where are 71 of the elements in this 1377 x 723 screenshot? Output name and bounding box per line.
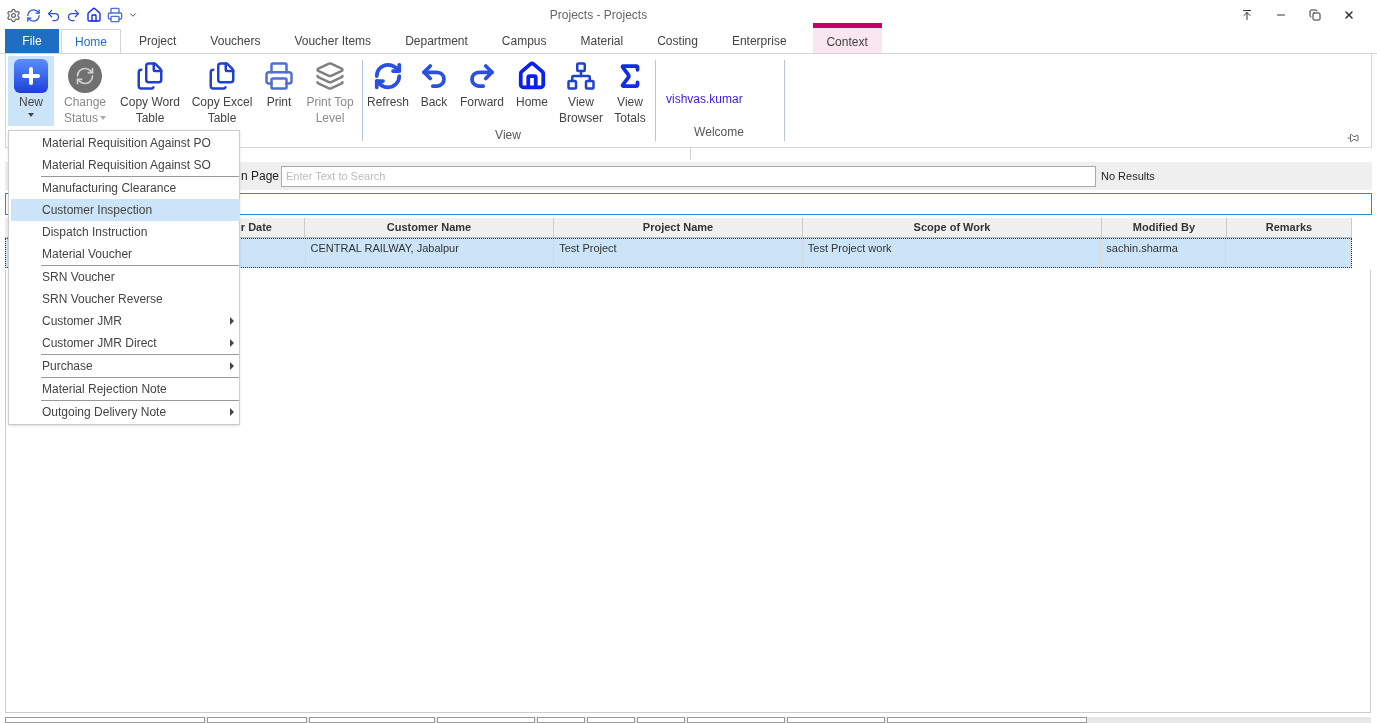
ribbon-button[interactable]: Copy Excel Table	[188, 56, 256, 126]
table-cell: Test Project	[559, 242, 617, 254]
redo-icon[interactable]	[66, 7, 81, 23]
menu-item[interactable]: Material Voucher	[11, 243, 240, 265]
ribbon-button[interactable]: Home	[511, 56, 553, 126]
home-icon	[517, 61, 547, 91]
column-header: Modified By	[1102, 218, 1227, 237]
plus-icon	[14, 59, 48, 93]
home-icon[interactable]	[86, 7, 102, 23]
ribbon-tab[interactable]: Department	[389, 29, 484, 53]
ribbon-tab[interactable]: Vouchers	[194, 29, 277, 53]
layers-icon	[315, 61, 345, 91]
ribbon-button[interactable]: Forward	[457, 56, 507, 126]
app-icon	[6, 7, 21, 23]
ribbon-button[interactable]: View Browser	[557, 56, 605, 126]
ribbon-button[interactable]: Copy Word Table	[116, 56, 184, 126]
ribbon-tab[interactable]: Campus	[485, 29, 563, 53]
column-header: Project Name	[554, 218, 803, 237]
column-header: Customer Name	[305, 218, 554, 237]
group-label: Welcome	[694, 124, 744, 141]
pin-icon[interactable]	[1347, 132, 1359, 144]
refresh-icon	[373, 61, 403, 91]
menu-item[interactable]: Customer JMR	[11, 310, 240, 332]
refresh-icon[interactable]	[26, 7, 41, 23]
restore-icon[interactable]	[1309, 9, 1321, 21]
ribbon-tab[interactable]: Material	[564, 29, 640, 53]
column-header: Scope of Work	[803, 218, 1102, 237]
customize-caret-icon[interactable]	[128, 10, 138, 20]
forward-arrow-icon	[467, 61, 497, 91]
ribbon-tab[interactable]: Context	[812, 23, 882, 53]
ribbon-button[interactable]: Back	[415, 56, 453, 126]
documents-icon	[207, 61, 237, 91]
ribbon-tab[interactable]: Home	[61, 29, 121, 53]
ribbon-tab[interactable]: File	[5, 29, 59, 53]
ribbon-button[interactable]: View Totals	[609, 56, 651, 126]
ribbon-button[interactable]: Print	[260, 56, 298, 126]
close-icon[interactable]	[1343, 9, 1355, 21]
ribbon-tab[interactable]: Costing	[641, 29, 714, 53]
ribbon-button[interactable]: Refresh	[365, 56, 411, 126]
menu-item[interactable]: Customer JMR Direct	[11, 332, 240, 354]
back-arrow-icon	[419, 61, 449, 91]
results-count: No Results	[1101, 168, 1155, 184]
tree-icon	[566, 61, 596, 91]
menu-item[interactable]: Purchase	[11, 355, 240, 377]
documents-icon	[135, 61, 165, 91]
table-cell: CENTRAL RAILWAY, Jabalpur	[310, 242, 459, 254]
menu-item[interactable]: Outgoing Delivery Note	[11, 401, 240, 423]
menu-item[interactable]: Material Requisition Against SO	[11, 154, 240, 176]
group-label: View	[495, 127, 521, 144]
menu-item[interactable]: Manufacturing Clearance	[11, 177, 240, 199]
window-title: Projects - Projects	[549, 7, 648, 24]
table-cell: Test Project work	[807, 242, 892, 254]
menu-item[interactable]: SRN Voucher	[11, 266, 240, 288]
undo-icon[interactable]	[46, 7, 61, 23]
printer-icon	[264, 61, 294, 91]
user-name: vishvas.kumar	[666, 92, 743, 106]
ribbon-display-icon[interactable]	[1241, 9, 1253, 21]
printer-icon[interactable]	[107, 7, 123, 23]
refresh-icon	[68, 59, 102, 93]
menu-item[interactable]: Material Requisition Against PO	[11, 132, 240, 154]
menu-item[interactable]: Customer Inspection	[11, 199, 240, 221]
ribbon-button[interactable]: New	[8, 56, 54, 126]
search-label: n Page	[241, 168, 279, 185]
column-header: Remarks	[1227, 218, 1352, 237]
ribbon-tab[interactable]: Project	[123, 29, 193, 53]
menu-item[interactable]: SRN Voucher Reverse	[11, 288, 240, 310]
menu-item[interactable]: Material Rejection Note	[11, 378, 240, 400]
search-field[interactable]: Enter Text to Search	[281, 165, 1096, 187]
ribbon-tab[interactable]: Voucher Items	[278, 29, 388, 53]
ribbon-tab[interactable]: Enterprise	[715, 29, 803, 53]
table-cell: sachin.sharma	[1106, 242, 1178, 254]
